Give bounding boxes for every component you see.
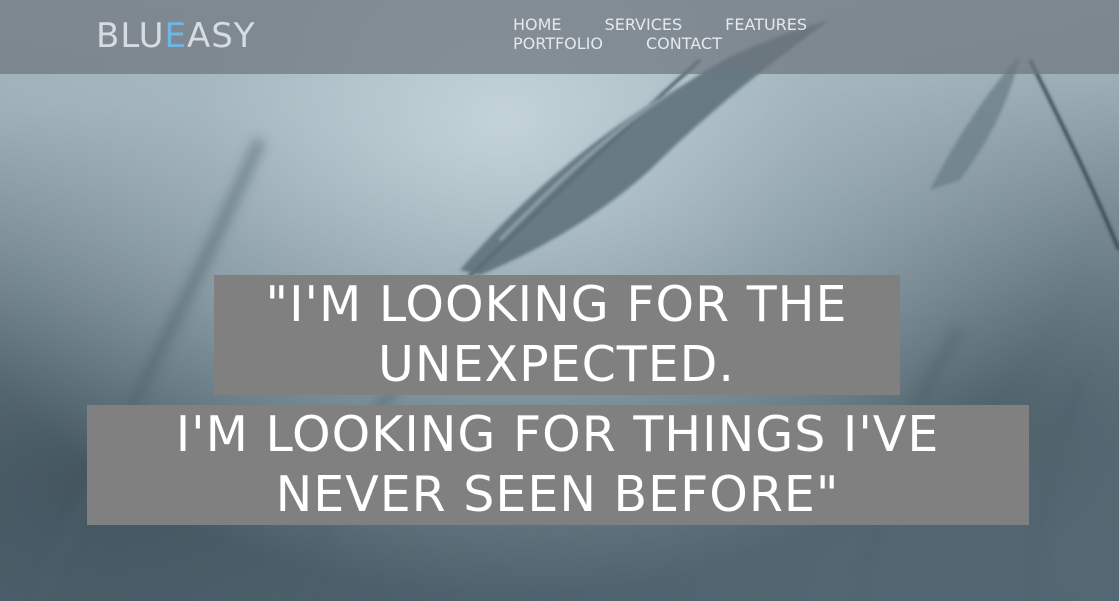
- nav-link-services[interactable]: SERVICES: [605, 15, 683, 34]
- hero-quote-block-1: "I'M LOOKING FOR THE UNEXPECTED.: [0, 275, 1119, 395]
- logo-text-prefix: BLU: [96, 16, 165, 56]
- hero-quote-line-1: "I'M LOOKING FOR THE UNEXPECTED.: [213, 275, 900, 395]
- nav-link-contact[interactable]: CONTACT: [646, 34, 722, 53]
- main-nav-menu: HOME SERVICES FEATURES PORTFOLIO CONTACT: [513, 15, 973, 53]
- brand-logo[interactable]: BLUEASY: [96, 16, 256, 56]
- hero-section: BLUEASY HOME SERVICES FEATURES PORTFOLIO CON…: [0, 0, 1119, 601]
- nav-link-home[interactable]: HOME: [513, 15, 562, 34]
- logo-text-suffix: ASY: [186, 16, 256, 56]
- nav-link-features[interactable]: FEATURES: [725, 15, 807, 34]
- hero-quote-block-2: I'M LOOKING FOR THINGS I'VE NEVER SEEN B…: [0, 405, 1119, 525]
- nav-link-portfolio[interactable]: PORTFOLIO: [513, 34, 603, 53]
- top-navigation-bar: BLUEASY HOME SERVICES FEATURES PORTFOLIO CON…: [0, 0, 1119, 74]
- logo-text-accent: E: [164, 16, 187, 56]
- hero-quote-line-2: I'M LOOKING FOR THINGS I'VE NEVER SEEN B…: [86, 405, 1029, 525]
